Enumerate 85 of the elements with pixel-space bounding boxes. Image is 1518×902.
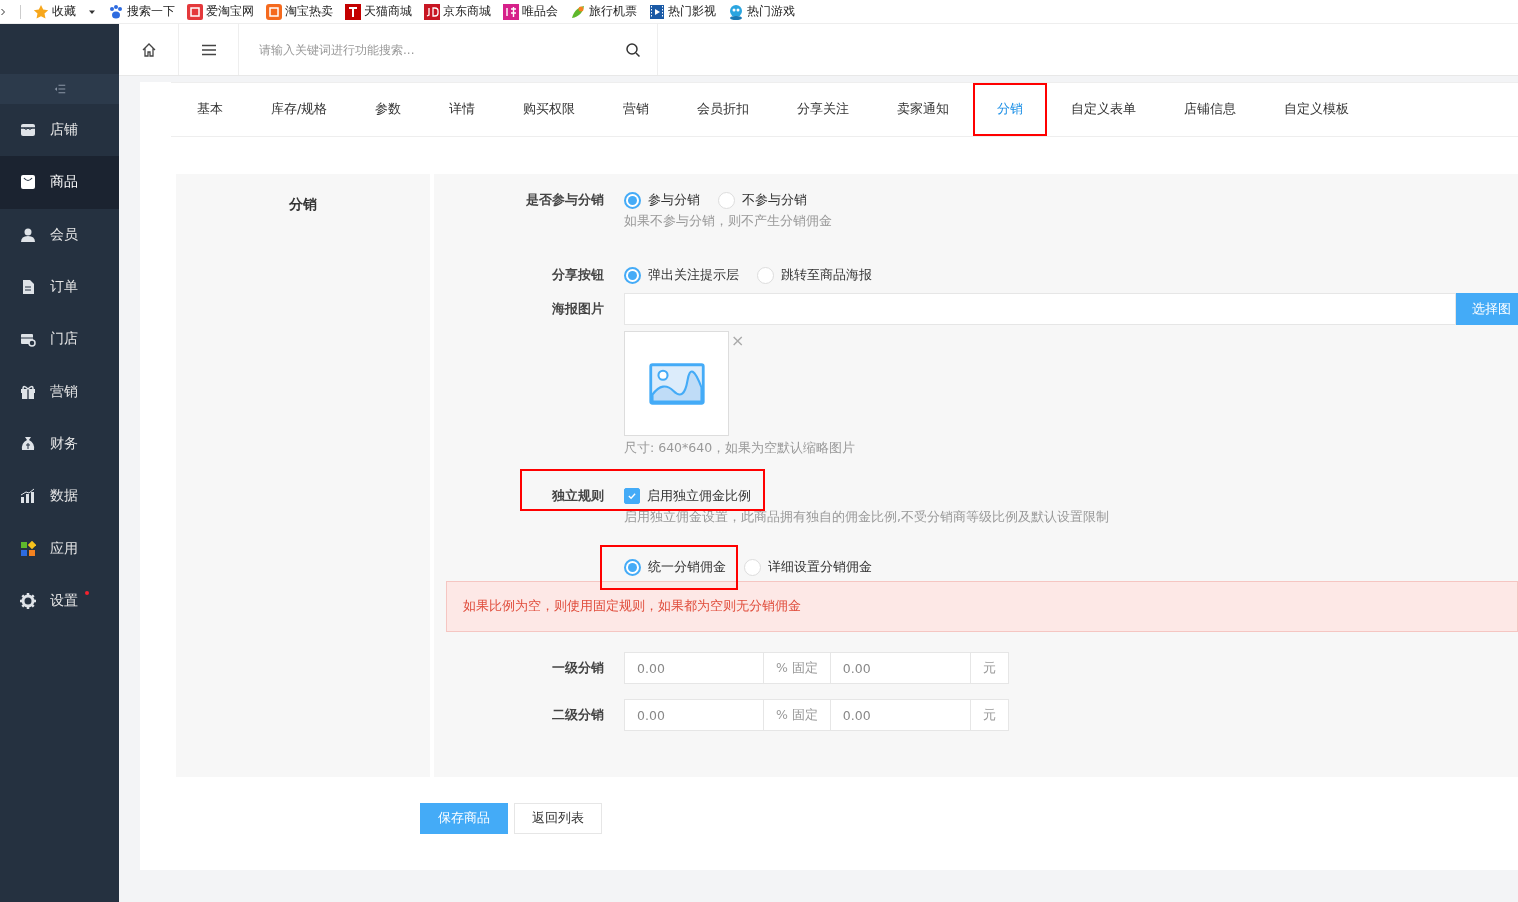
sidebar-item[interactable]: 商品 bbox=[0, 156, 119, 209]
tab[interactable]: 分享关注 bbox=[773, 83, 874, 136]
tab[interactable]: 库存/规格 bbox=[247, 83, 352, 136]
radio-option[interactable]: 跳转至商品海报 bbox=[757, 266, 872, 284]
square-logo-icon bbox=[503, 3, 519, 20]
amount-input[interactable]: 0.00 bbox=[830, 699, 971, 731]
bookmark-link[interactable]: 收藏 bbox=[52, 3, 76, 20]
radio-option[interactable]: 不参与分销 bbox=[718, 191, 807, 209]
app-grid-icon bbox=[20, 540, 36, 557]
tab[interactable]: 自定义模板 bbox=[1260, 83, 1374, 136]
gift-icon bbox=[20, 383, 36, 400]
back-button[interactable]: 返回列表 bbox=[514, 803, 602, 834]
field-label: 分享按钮 bbox=[551, 266, 605, 284]
user-icon bbox=[20, 226, 36, 243]
settings-icon bbox=[20, 592, 36, 609]
money-bag-icon bbox=[20, 435, 36, 452]
bookmark-link[interactable]: 搜索一下 bbox=[127, 3, 175, 20]
help-text: 如果不参与分销，则不产生分销佣金 bbox=[624, 213, 833, 230]
square-logo-icon bbox=[266, 3, 282, 20]
search-icon bbox=[625, 41, 641, 58]
bookmark-link[interactable]: 旅行机票 bbox=[589, 3, 637, 20]
percent-input[interactable]: 0.00 bbox=[624, 699, 764, 731]
image-placeholder-icon bbox=[648, 362, 705, 405]
unit-label: 元 bbox=[970, 652, 1009, 684]
bookmark-link[interactable]: 热门影视 bbox=[668, 3, 716, 20]
unit-label: % 固定 bbox=[764, 699, 831, 731]
checkbox-option[interactable]: 启用独立佣金比例 bbox=[624, 487, 751, 505]
field-label: 海报图片 bbox=[551, 300, 605, 318]
search-field[interactable]: 请输入关键词进行功能搜索... bbox=[257, 41, 625, 58]
document-icon bbox=[20, 279, 36, 296]
sidebar-item[interactable]: 订单 bbox=[0, 260, 119, 314]
tab[interactable]: 自定义表单 bbox=[1047, 83, 1161, 136]
sidebar-item[interactable]: 设置 bbox=[0, 574, 119, 627]
help-text: 启用独立佣金设置，此商品拥有独自的佣金比例,不受分销商等级比例及默认设置限制 bbox=[624, 509, 1110, 526]
radio-option[interactable]: 参与分销 bbox=[624, 191, 700, 209]
bookmark-link[interactable]: 热门游戏 bbox=[747, 3, 795, 20]
bookmark-link[interactable]: 淘宝热卖 bbox=[285, 3, 333, 20]
tab[interactable]: 详情 bbox=[425, 83, 500, 136]
field-label: 一级分销 bbox=[551, 659, 605, 677]
field-label: 是否参与分销 bbox=[525, 191, 605, 209]
shop-icon bbox=[20, 331, 36, 348]
star-icon bbox=[33, 3, 49, 20]
tab[interactable]: 卖家通知 bbox=[873, 83, 974, 136]
tab[interactable]: 分销 bbox=[973, 83, 1048, 136]
sidebar-item[interactable]: 财务 bbox=[0, 417, 119, 471]
square-logo-icon bbox=[424, 3, 440, 20]
mascot-icon bbox=[728, 3, 744, 20]
unit-label: % 固定 bbox=[764, 652, 831, 684]
bar-chart-icon bbox=[20, 488, 36, 505]
tab[interactable]: 基本 bbox=[173, 83, 247, 136]
film-icon bbox=[649, 3, 665, 20]
field-label: 独立规则 bbox=[551, 487, 605, 505]
section-title: 分销 bbox=[288, 196, 318, 214]
square-logo-icon bbox=[345, 3, 361, 20]
collapse-menu-icon bbox=[52, 83, 67, 95]
bookmark-link[interactable]: 爱淘宝网 bbox=[206, 3, 254, 20]
radio-option[interactable]: 弹出关注提示层 bbox=[624, 266, 739, 284]
sidebar-item[interactable]: 店铺 bbox=[0, 104, 119, 157]
radio-option[interactable]: 详细设置分销佣金 bbox=[744, 558, 872, 576]
tab[interactable]: 营销 bbox=[599, 83, 674, 136]
unit-label: 元 bbox=[970, 699, 1009, 731]
tab[interactable]: 店铺信息 bbox=[1160, 83, 1261, 136]
tab[interactable]: 会员折扣 bbox=[673, 83, 774, 136]
amount-input[interactable]: 0.00 bbox=[830, 652, 971, 684]
sidebar-item[interactable]: 营销 bbox=[0, 365, 119, 418]
help-text: 尺寸: 640*640，如果为空默认缩略图片 bbox=[624, 440, 857, 457]
square-logo-icon bbox=[187, 3, 203, 20]
sidebar-item[interactable]: 会员 bbox=[0, 208, 119, 261]
bookmark-link[interactable]: 唯品会 bbox=[522, 3, 558, 20]
alert-message: 如果比例为空，则使用固定规则，如果都为空则无分销佣金 bbox=[446, 581, 1518, 632]
field-label: 二级分销 bbox=[551, 706, 605, 724]
tab[interactable]: 购买权限 bbox=[499, 83, 600, 136]
tab[interactable]: 参数 bbox=[351, 83, 426, 136]
paw-icon bbox=[108, 3, 124, 20]
sidebar-item[interactable]: 数据 bbox=[0, 470, 119, 523]
bookmark-link[interactable]: 天猫商城 bbox=[364, 3, 412, 20]
bag-icon bbox=[20, 174, 36, 191]
leaf-icon bbox=[570, 3, 586, 20]
image-path-field[interactable] bbox=[624, 293, 1456, 325]
store-icon bbox=[20, 122, 36, 139]
percent-input[interactable]: 0.00 bbox=[624, 652, 764, 684]
home-icon bbox=[140, 41, 157, 58]
sidebar-item[interactable]: 应用 bbox=[0, 522, 119, 575]
sidebar-item[interactable]: 门店 bbox=[0, 313, 119, 366]
bookmark-link[interactable]: 京东商城 bbox=[443, 3, 491, 20]
